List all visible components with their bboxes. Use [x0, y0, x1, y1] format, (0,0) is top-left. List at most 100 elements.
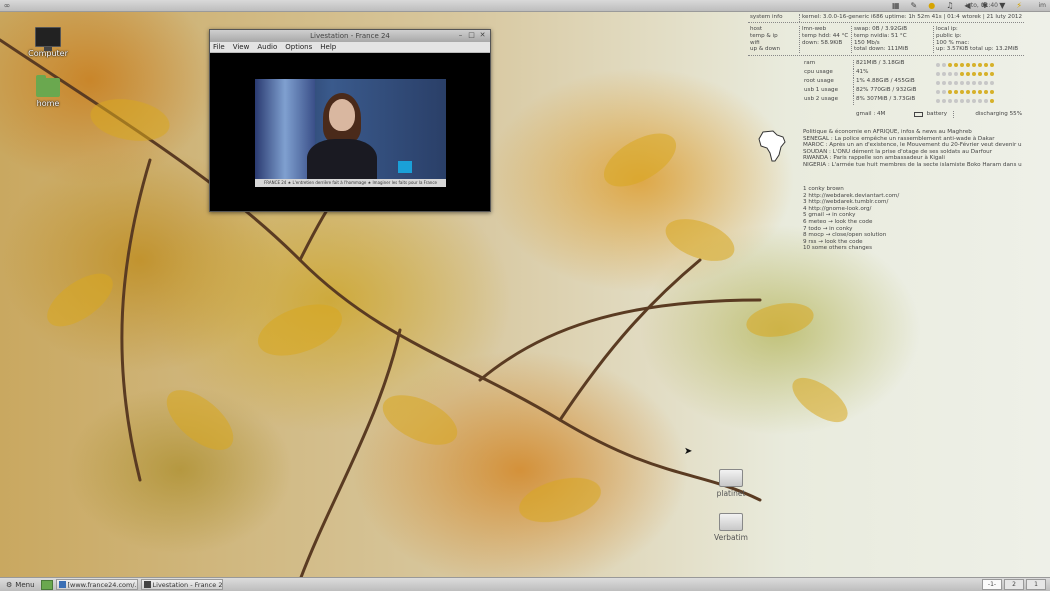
- menu-view[interactable]: View: [233, 43, 250, 51]
- meter-dot: [990, 62, 994, 67]
- meter-dot: [960, 89, 964, 94]
- usb-drive-icon: [719, 469, 743, 487]
- desktop-icon-platinet[interactable]: platinet: [701, 469, 761, 498]
- meter-dot: [948, 62, 952, 67]
- maximize-icon[interactable]: □: [467, 31, 476, 40]
- notes-icon[interactable]: ✎: [911, 0, 918, 12]
- news-ticker: FRANCE 24 ★ L'entretien derrière fait à …: [255, 179, 446, 187]
- taskbar-item-browser[interactable]: [www.france24.com/...: [55, 579, 138, 590]
- meter-dot: [954, 80, 958, 85]
- list-item: 2 http://webdarek.deviantart.com/: [803, 192, 900, 199]
- news-item: RWANDA : Paris rappelle son ambassadeur …: [803, 155, 945, 162]
- meter-dot: [942, 89, 946, 94]
- workspace-1[interactable]: -1-: [982, 579, 1002, 590]
- browser-icon: [58, 581, 66, 588]
- meter-dot: [942, 98, 946, 103]
- meter-dot: [966, 89, 970, 94]
- france24-logo-icon: [398, 161, 412, 173]
- workspace-3[interactable]: 1: [1026, 579, 1046, 590]
- taskbar-item-label: Livestation - France 24: [152, 580, 223, 589]
- show-desktop-button[interactable]: [40, 579, 53, 590]
- usb-drive-icon: [719, 513, 743, 531]
- meter-dot: [948, 89, 952, 94]
- meter-dot: [936, 89, 940, 94]
- todo-list: 1 conky brown 2 http://webdarek.devianta…: [803, 186, 1023, 252]
- window-title: Livestation - France 24: [310, 32, 390, 40]
- meter-dot: [960, 71, 964, 76]
- menu-button[interactable]: ⚙ Menu: [3, 581, 38, 589]
- taskbar-item-livestation[interactable]: Livestation - France 24: [140, 579, 223, 590]
- conky-resources: ram 821MiB / 3.18GiB cpu usage 41% root …: [802, 60, 1024, 106]
- meter-dot: [990, 89, 994, 94]
- studio-background: [255, 79, 315, 187]
- bottom-panel: ⚙ Menu [www.france24.com/... Livestation…: [0, 577, 1050, 591]
- list-item: 10 some others changes: [803, 245, 872, 252]
- list-item: 1 conky brown: [803, 186, 844, 192]
- meter-dot: [948, 80, 952, 85]
- power-icon[interactable]: ⚡: [1016, 0, 1022, 12]
- battery-icon: [913, 112, 923, 118]
- infinity-icon[interactable]: ∞: [0, 0, 14, 12]
- meter-dot: [990, 80, 994, 85]
- resource-meter: [936, 87, 994, 96]
- list-item: 9 rss → look the code: [803, 238, 863, 245]
- conky-gmail: gmail : 4M: [856, 111, 886, 118]
- mouse-cursor-icon: ➤: [684, 446, 693, 457]
- meter-dot: [942, 80, 946, 85]
- meter-dot: [972, 62, 976, 67]
- meter-dot: [978, 98, 982, 103]
- meter-dot: [942, 71, 946, 76]
- livestation-window[interactable]: Livestation - France 24 – □ ✕ File View …: [209, 29, 491, 212]
- list-item: 8 mocp → close/open solution: [803, 232, 887, 239]
- livestation-icon: [143, 581, 151, 588]
- menu-options[interactable]: Options: [285, 43, 312, 51]
- weather-icon[interactable]: ●: [928, 0, 935, 12]
- meter-dot: [936, 71, 940, 76]
- meter-dot: [954, 98, 958, 103]
- menu-file[interactable]: File: [213, 43, 225, 51]
- meter-dot: [960, 98, 964, 103]
- meter-dot: [936, 62, 940, 67]
- close-icon[interactable]: ✕: [478, 31, 487, 40]
- africa-map-icon: [758, 130, 786, 162]
- user-indicator[interactable]: im: [1038, 0, 1046, 12]
- conky-battery-label: battery: [925, 111, 955, 118]
- conky-kernel: kernel: 3.0.0-16-generic i686 uptime: 1h…: [802, 14, 960, 20]
- music-icon[interactable]: ♫: [946, 0, 953, 12]
- workspace-2[interactable]: 2: [1004, 579, 1024, 590]
- news-item: NIGERIA : L'armée tue huit membres de la…: [803, 161, 1022, 168]
- conky-col4: local ip: public ip: 100 % mac: up: 3.57…: [936, 26, 1019, 53]
- wifi-icon[interactable]: ▼: [999, 0, 1005, 12]
- meter-dot: [972, 89, 976, 94]
- meter-dot: [966, 62, 970, 67]
- meter-dot: [972, 71, 976, 76]
- window-menubar: File View Audio Options Help: [210, 42, 490, 53]
- menu-audio[interactable]: Audio: [257, 43, 277, 51]
- news-headline: Politique & économie en AFRIQUE, infos &…: [803, 129, 972, 135]
- desktop-icon-label: home: [36, 99, 60, 108]
- resource-meter: [936, 69, 994, 78]
- meter-dot: [978, 89, 982, 94]
- resource-row: usb 2 usage 8% 307MiB / 3.73GiB: [802, 96, 1024, 106]
- desktop-icon-computer[interactable]: Computer: [18, 27, 78, 58]
- meter-dot: [954, 62, 958, 67]
- clock[interactable]: wto, 01:40: [966, 0, 998, 12]
- meter-dot: [984, 89, 988, 94]
- minimize-icon[interactable]: –: [456, 31, 465, 40]
- menu-help[interactable]: Help: [320, 43, 336, 51]
- resource-meter: [936, 60, 994, 69]
- desktop-icon-verbatim[interactable]: Verbatim: [701, 513, 761, 542]
- meter-dot: [990, 71, 994, 76]
- video-frame[interactable]: FRANCE 24 ★ L'entretien derrière fait à …: [255, 79, 446, 187]
- system-tray: ▦ ✎ ● ♫ ◀ ✱ ▼ ⚡: [892, 0, 1022, 12]
- meter-dot: [972, 80, 976, 85]
- resource-meter: [936, 96, 994, 105]
- meter-dot: [960, 80, 964, 85]
- resource-meter: [936, 78, 994, 87]
- meter-dot: [978, 62, 982, 67]
- cpu-icon[interactable]: ▦: [892, 0, 900, 12]
- gear-icon: ⚙: [6, 580, 13, 589]
- desktop-icon-home[interactable]: home: [18, 75, 78, 108]
- window-titlebar[interactable]: Livestation - France 24 – □ ✕: [210, 30, 490, 42]
- conky-col2: lmn-web temp hdd: 44 °C down: 58.9KiB: [800, 26, 852, 54]
